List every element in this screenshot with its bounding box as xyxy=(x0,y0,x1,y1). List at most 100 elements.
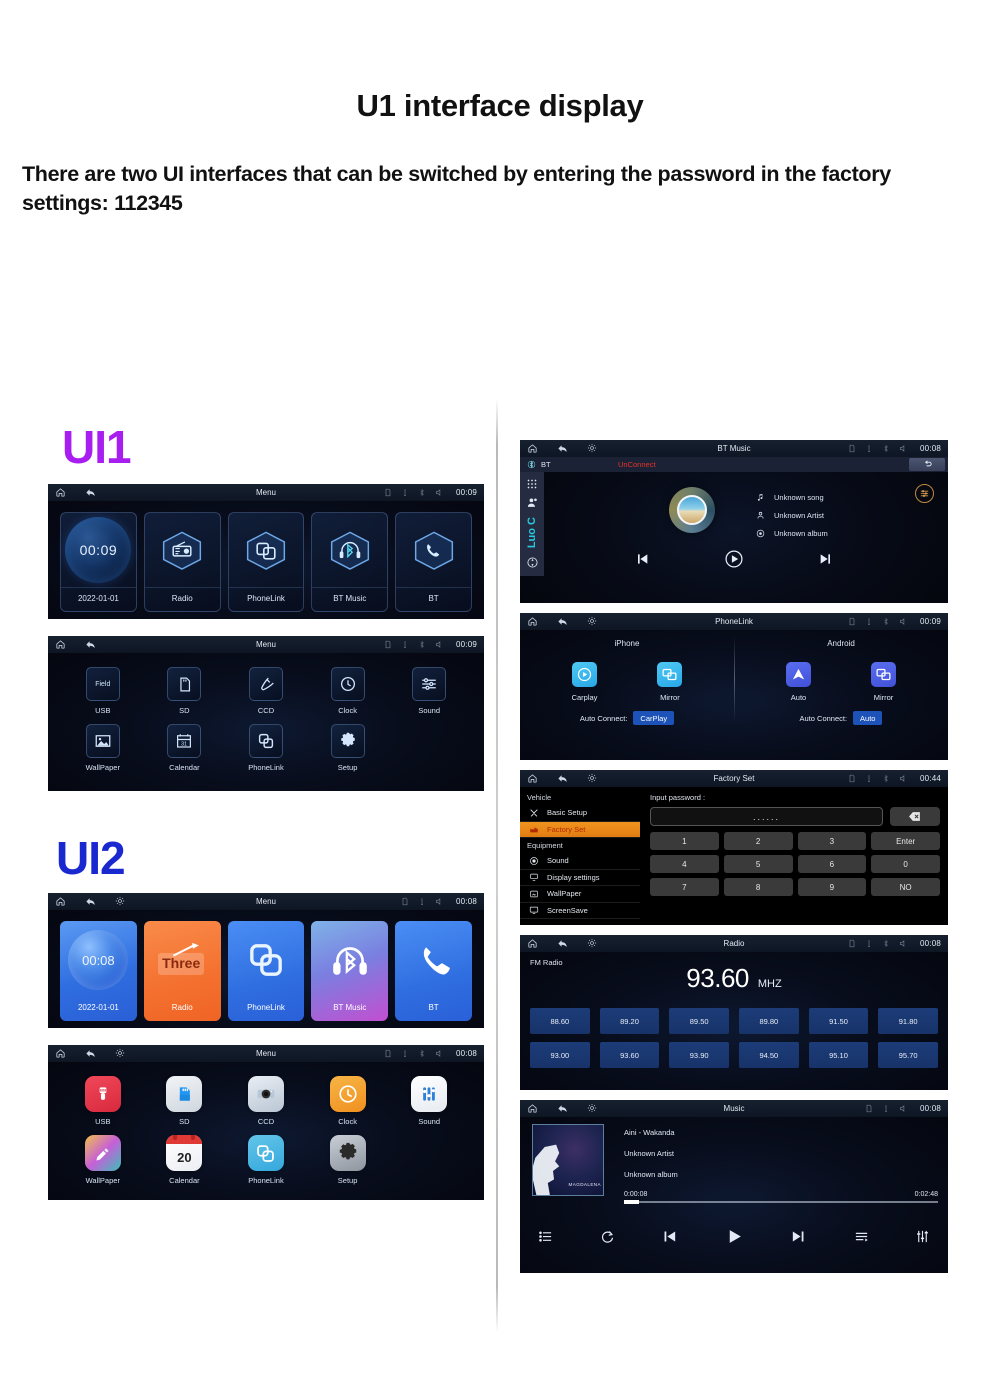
tile-radio[interactable]: Radio xyxy=(143,512,221,612)
preset-button[interactable]: 91.80 xyxy=(878,1008,938,1034)
mute-icon[interactable] xyxy=(899,939,907,948)
tile-radio[interactable]: Three Radio xyxy=(143,921,221,1021)
password-input[interactable]: ...... xyxy=(650,807,883,826)
preset-button[interactable]: 93.90 xyxy=(669,1042,729,1068)
back-arrow-icon[interactable] xyxy=(85,1048,96,1059)
app-wallpaper[interactable]: WallPaper xyxy=(62,719,144,776)
back-arrow-icon[interactable] xyxy=(557,1103,568,1114)
back-button[interactable] xyxy=(909,458,945,471)
key-7[interactable]: 7 xyxy=(650,878,719,896)
preset-button[interactable]: 95.10 xyxy=(808,1042,869,1068)
preset-button[interactable]: 93.00 xyxy=(530,1042,590,1068)
mute-icon[interactable] xyxy=(899,774,907,783)
back-arrow-icon[interactable] xyxy=(557,616,568,627)
tile-bt[interactable]: BT xyxy=(395,921,472,1021)
brightness-icon[interactable] xyxy=(587,1103,598,1114)
app-ccd[interactable]: CCD xyxy=(225,1071,307,1130)
home-icon[interactable] xyxy=(527,773,538,784)
playlist-icon[interactable] xyxy=(854,1229,869,1244)
prev-icon[interactable] xyxy=(661,1228,678,1245)
app-phonelink[interactable]: PhoneLink xyxy=(225,719,307,776)
next-icon[interactable] xyxy=(790,1228,807,1245)
mute-icon[interactable] xyxy=(899,617,907,626)
tile-bt-music[interactable]: BT Music xyxy=(311,921,389,1021)
home-icon[interactable] xyxy=(55,1048,66,1059)
equalizer-icon[interactable] xyxy=(915,1229,930,1244)
key-5[interactable]: 5 xyxy=(723,855,793,873)
preset-button[interactable]: 91.50 xyxy=(808,1008,869,1034)
back-arrow-icon[interactable] xyxy=(85,639,96,650)
key-6[interactable]: 6 xyxy=(797,855,867,873)
home-icon[interactable] xyxy=(527,616,538,627)
prev-icon[interactable] xyxy=(634,551,650,567)
app-calendar[interactable]: 20 Calendar xyxy=(144,1130,226,1189)
brightness-icon[interactable] xyxy=(587,443,598,454)
home-icon[interactable] xyxy=(55,639,66,650)
mute-icon[interactable] xyxy=(435,640,443,649)
back-arrow-icon[interactable] xyxy=(557,443,568,454)
back-arrow-icon[interactable] xyxy=(85,896,96,907)
tile-clock[interactable]: 00:08 2022-01-01 xyxy=(60,921,137,1021)
brightness-icon[interactable] xyxy=(115,896,126,907)
sidebar-item-factory-set[interactable]: Factory Set xyxy=(520,821,640,838)
android-mirror-item[interactable]: Mirror xyxy=(871,662,896,702)
tile-phonelink[interactable]: PhoneLink xyxy=(227,921,305,1021)
app-sd[interactable]: SD xyxy=(144,1071,226,1130)
app-clock[interactable]: Clock xyxy=(307,662,389,719)
preset-button[interactable]: 95.70 xyxy=(878,1042,938,1068)
key-no[interactable]: NO xyxy=(871,878,940,896)
preset-button[interactable]: 89.20 xyxy=(599,1008,660,1034)
key-9[interactable]: 9 xyxy=(797,878,867,896)
preset-button[interactable]: 89.80 xyxy=(739,1008,799,1034)
home-icon[interactable] xyxy=(527,1103,538,1114)
equalizer-icon[interactable] xyxy=(915,484,934,503)
key-enter[interactable]: Enter xyxy=(871,832,940,850)
sidebar-item-sound[interactable]: Sound xyxy=(520,853,640,870)
android-auto-item[interactable]: Auto xyxy=(786,662,811,702)
brightness-icon[interactable] xyxy=(587,616,598,627)
app-sound[interactable]: Sound xyxy=(388,662,470,719)
app-ccd[interactable]: CCD xyxy=(225,662,307,719)
home-icon[interactable] xyxy=(55,896,66,907)
app-calendar[interactable]: 31 Calendar xyxy=(144,719,226,776)
key-8[interactable]: 8 xyxy=(723,878,793,896)
key-1[interactable]: 1 xyxy=(650,832,719,850)
tile-clock[interactable]: 00:09 2022-01-01 xyxy=(60,512,137,612)
home-icon[interactable] xyxy=(55,487,66,498)
preset-button[interactable]: 88.60 xyxy=(530,1008,590,1034)
sidebar-item-basic-setup[interactable]: Basic Setup xyxy=(520,805,640,822)
list-icon[interactable] xyxy=(538,1229,553,1244)
key-3[interactable]: 3 xyxy=(797,832,867,850)
brightness-icon[interactable] xyxy=(587,773,598,784)
brightness-icon[interactable] xyxy=(587,938,598,949)
tile-bt[interactable]: BT xyxy=(395,512,472,612)
app-usb[interactable]: Field USB xyxy=(62,662,144,719)
autoconnect-value[interactable]: Auto xyxy=(853,711,883,725)
play-icon[interactable] xyxy=(725,1227,744,1246)
back-arrow-icon[interactable] xyxy=(557,773,568,784)
app-sound[interactable]: Sound xyxy=(388,1071,470,1130)
app-clock[interactable]: Clock xyxy=(307,1071,389,1130)
app-phonelink[interactable]: PhoneLink xyxy=(225,1130,307,1189)
brightness-icon[interactable] xyxy=(115,1048,126,1059)
settings-icon[interactable] xyxy=(526,556,539,569)
mute-icon[interactable] xyxy=(899,1104,907,1113)
key-0[interactable]: 0 xyxy=(871,855,940,873)
next-icon[interactable] xyxy=(818,551,834,567)
iphone-mirror-item[interactable]: Mirror xyxy=(657,662,683,702)
backspace-icon[interactable] xyxy=(890,807,940,826)
app-sd[interactable]: SD xyxy=(144,662,226,719)
app-setup[interactable]: Setup xyxy=(307,719,389,776)
app-setup[interactable]: Setup xyxy=(307,1130,389,1189)
autoconnect-value[interactable]: CarPlay xyxy=(633,711,675,725)
app-usb[interactable]: USB xyxy=(62,1071,144,1130)
play-icon[interactable] xyxy=(724,549,744,569)
contacts-icon[interactable] xyxy=(526,496,539,509)
home-icon[interactable] xyxy=(527,443,538,454)
apps-grid-icon[interactable] xyxy=(526,478,538,490)
tile-bt-music[interactable]: BT Music xyxy=(311,512,389,612)
home-icon[interactable] xyxy=(527,938,538,949)
repeat-icon[interactable] xyxy=(600,1229,615,1244)
back-arrow-icon[interactable] xyxy=(557,938,568,949)
progress-bar[interactable] xyxy=(624,1200,938,1204)
